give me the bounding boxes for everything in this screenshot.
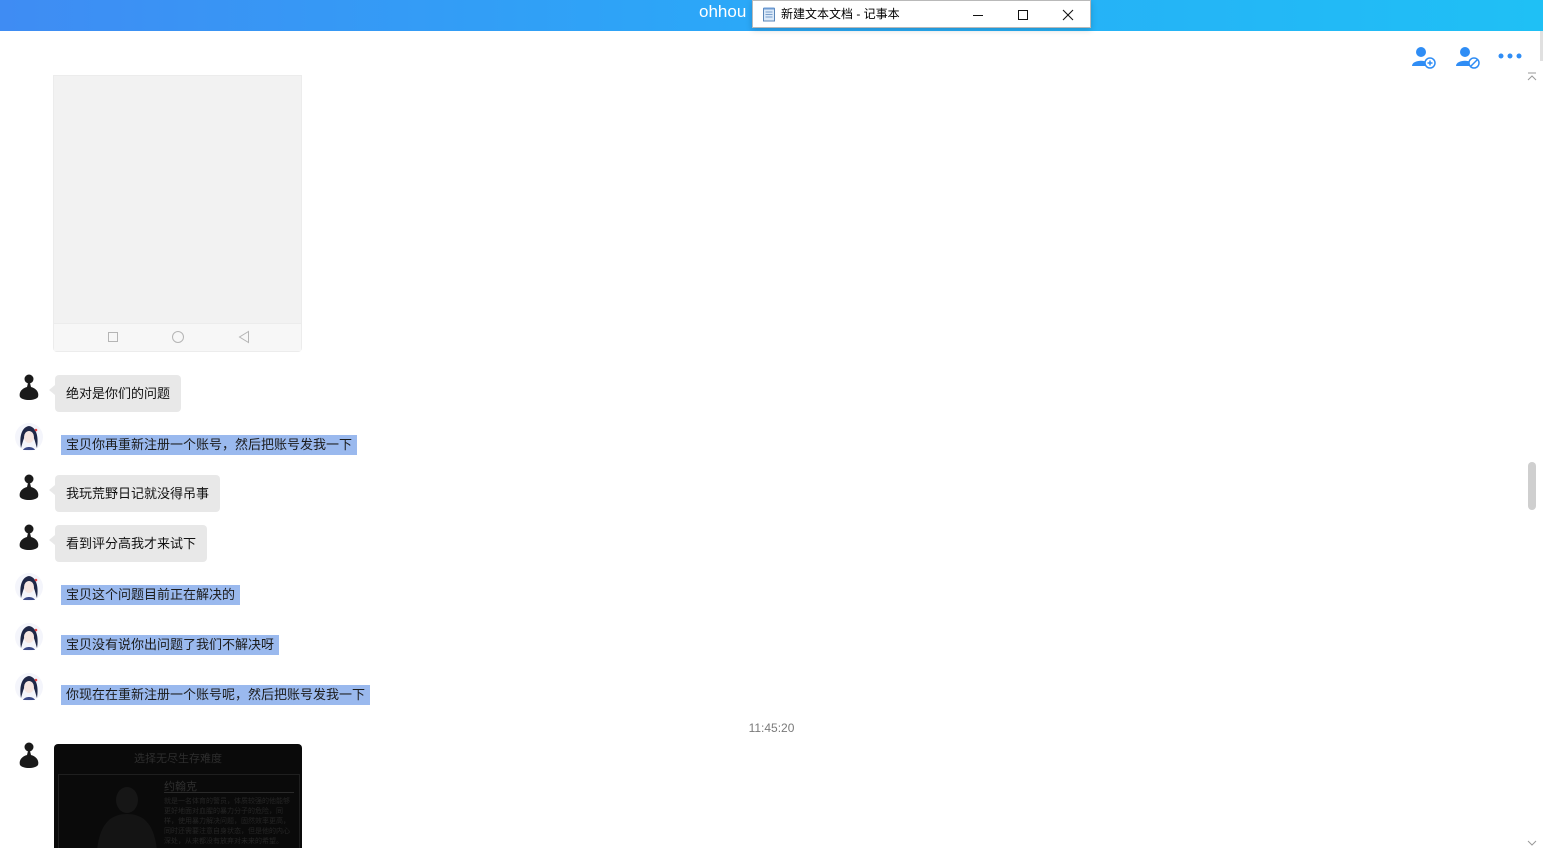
- agent-avatar[interactable]: [14, 622, 44, 652]
- customer-avatar[interactable]: [14, 522, 44, 552]
- phone-nav-bar: [54, 323, 301, 351]
- close-button[interactable]: [1045, 1, 1090, 28]
- divider: [164, 792, 294, 793]
- notepad-window[interactable]: 新建文本文档 - 记事本: [752, 0, 1091, 28]
- message-bubble: 绝对是你们的问题: [48, 375, 182, 412]
- scrollbar-thumb[interactable]: [1528, 462, 1536, 510]
- scroll-up-icon[interactable]: [1526, 72, 1538, 82]
- message-text-selected: 宝贝你再重新注册一个账号，然后把账号发我一下: [61, 435, 358, 455]
- minimize-button[interactable]: [955, 1, 1000, 28]
- agent-avatar[interactable]: [14, 422, 44, 452]
- maximize-button[interactable]: [1000, 1, 1045, 28]
- circle-nav-icon: [172, 331, 184, 343]
- add-user-button[interactable]: [1410, 44, 1438, 70]
- more-button[interactable]: [1497, 44, 1525, 70]
- message-text-selected: 你现在在重新注册一个账号呢，然后把账号发我一下: [61, 685, 371, 705]
- game-screenshot-title: 选择无尽生存难度: [134, 753, 222, 765]
- customer-avatar[interactable]: [14, 472, 44, 502]
- message-bubble: 我玩荒野日记就没得吊事: [48, 475, 221, 512]
- triangle-back-icon: [238, 330, 249, 344]
- character-description: 就是一名体育的警员，体质较强的他能够更好地面对血腥的暴力分子的危险，同样，使用暴…: [164, 798, 290, 845]
- customer-avatar[interactable]: [14, 372, 44, 402]
- message-text-selected: 宝贝没有说你出问题了我们不解决呀: [61, 635, 280, 655]
- maximize-icon: [1017, 9, 1028, 20]
- block-user-icon: [1456, 47, 1480, 69]
- scroll-down-icon[interactable]: [1526, 838, 1538, 848]
- agent-avatar[interactable]: [14, 572, 44, 602]
- image-message-phone-screenshot[interactable]: [53, 75, 302, 352]
- block-user-button[interactable]: [1454, 44, 1482, 70]
- notepad-icon: [763, 7, 775, 22]
- message-bubble: 看到评分高我才来试下: [48, 525, 208, 562]
- add-user-icon: [1412, 47, 1436, 69]
- message-text-selected: 宝贝这个问题目前正在解决的: [61, 585, 241, 605]
- app-title: ohhou: [699, 2, 747, 21]
- square-nav-icon: [108, 332, 118, 342]
- close-icon: [1062, 9, 1073, 20]
- more-icon: [1498, 53, 1522, 59]
- image-message-game-screenshot[interactable]: 选择无尽生存难度 约翰克 就是一名体育的警员，体质较强的他能够更好地面对血腥的暴…: [54, 744, 302, 848]
- message-timestamp: 11:45:20: [748, 721, 795, 735]
- minimize-icon: [972, 14, 983, 16]
- agent-avatar[interactable]: [14, 672, 44, 702]
- character-portrait: [97, 787, 157, 848]
- notepad-title: 新建文本文档 - 记事本: [781, 7, 900, 21]
- customer-avatar[interactable]: [14, 740, 44, 770]
